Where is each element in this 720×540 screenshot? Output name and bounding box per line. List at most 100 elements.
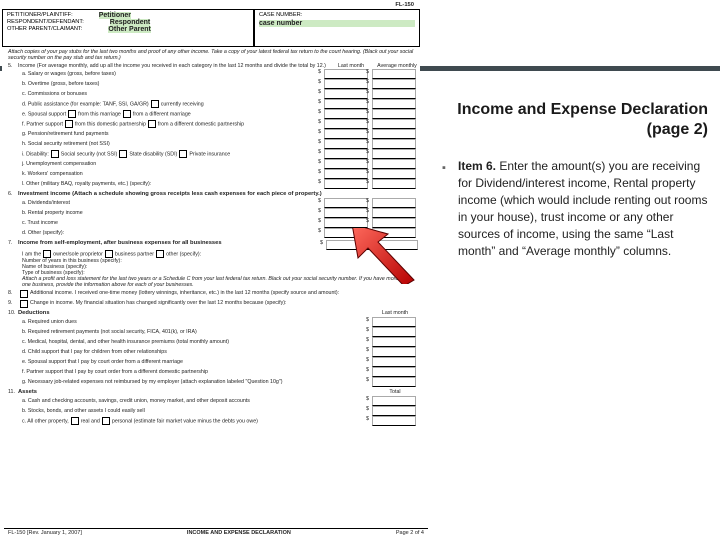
amount-field [372,377,416,387]
sec5-num: 5. [8,63,18,69]
sec6-item: d. Other (specify): [22,230,320,236]
amount-field [324,109,368,119]
amount-field [324,99,368,109]
slide-bullet: ▪ Item 6. Enter the amount(s) you are re… [442,158,708,260]
amount-field [372,357,416,367]
sec11-title: Assets [18,389,372,396]
sec6-item: b. Rental property income [22,210,320,216]
sec11-item: c. All other property,real andpersonal (… [22,417,368,425]
other-parent-label: OTHER PARENT/CLAIMANT: [7,26,82,33]
amount-field [372,208,416,218]
sec11-col: Total [372,389,418,395]
checkbox-icon [65,120,73,128]
sec5-item: e. Spousal supportfrom this marriagefrom… [22,110,320,118]
checkbox-icon [151,100,159,108]
amount-field [372,89,416,99]
checkbox-icon [179,150,187,158]
amount-field [372,139,416,149]
sec10-item: b. Required retirement payments (not soc… [22,329,368,335]
checkbox-icon [71,417,79,425]
sec10-item: c. Medical, hospital, dental, and other … [22,339,368,345]
bullet-lead: Item 6. [458,159,496,173]
sec5-item: f. Partner supportfrom this domestic par… [22,120,320,128]
checkbox-icon [105,250,113,258]
slide-title: Income and Expense Declaration (page 2) [442,100,708,140]
section-5-income: 5. Income (For average monthly, add up a… [2,61,420,189]
amount-field [372,347,416,357]
sec7-owner-line: I am theowner/sole proprietorbusiness pa… [8,250,418,258]
bullet-body: Enter the amount(s) you are receiving fo… [458,159,707,258]
amount-field [372,198,416,208]
amount-field [372,129,416,139]
amount-field [372,79,416,89]
section-11-assets: 11.AssetsTotal a. Cash and checking acco… [2,387,420,426]
attach-instruction: Attach copies of your pay stubs for the … [2,47,420,61]
sec10-item: a. Required union dues [22,319,368,325]
footer-right: Page 2 of 4 [396,530,424,536]
sec5-item: g. Pension/retirement fund payments [22,131,320,137]
case-number-label: CASE NUMBER: [259,12,415,18]
amount-field [372,416,416,426]
sec5-title: Income (For average monthly, add up all … [18,63,330,69]
checkbox-icon [43,250,51,258]
checkbox-icon [148,120,156,128]
amount-field [372,149,416,159]
sec8-num: 8. [8,290,18,296]
sec11-num: 11. [8,389,18,395]
amount-field [372,159,416,169]
amount-field [372,337,416,347]
amount-field [324,228,368,238]
section-7-self-employment: 7.Income from self-employment, after bus… [2,238,420,288]
sec5-item: h. Social security retirement (not SSI) [22,141,320,147]
sec5-item: d. Public assistance (for example: TANF,… [22,100,320,108]
form-code: FL-150 [2,2,420,9]
section-10-deductions: 10.DeductionsLast month a. Required unio… [2,308,420,387]
amount-field [372,69,416,79]
amount-field [372,228,416,238]
checkbox-icon [68,110,76,118]
sec7-num: 7. [8,240,18,246]
amount-field [324,179,368,189]
amount-field [324,218,368,228]
checkbox-icon [51,150,59,158]
petitioner-label: PETITIONER/PLAINTIFF: [7,12,73,19]
amount-field [324,208,368,218]
amount-field [372,119,416,129]
sec6-item: a. Dividends/interest [22,200,320,206]
sec8-title: Additional income. I received one-time m… [30,290,418,296]
checkbox-icon [156,250,164,258]
sec5-item: b. Overtime (gross, before taxes) [22,81,320,87]
sec6-title: Investment income (Attach a schedule sho… [18,191,418,198]
amount-field [372,109,416,119]
amount-field [324,79,368,89]
checkbox-icon [102,417,110,425]
footer-center: INCOME AND EXPENSE DECLARATION [187,530,291,536]
sec11-item: b. Stocks, bonds, and other assets I cou… [22,408,368,414]
bullet-icon: ▪ [442,160,450,260]
amount-field [372,179,416,189]
sec9-title: Change in income. My financial situation… [30,300,418,306]
sec10-col: Last month [372,310,418,316]
amount-field [372,218,416,228]
amount-field [372,317,416,327]
section-6-investment-income: 6.Investment income (Attach a schedule s… [2,189,420,238]
amount-field [324,169,368,179]
sec10-item: g. Necessary job-related expenses not re… [22,379,368,385]
sec5-item: k. Workers' compensation [22,171,320,177]
amount-field [324,69,368,79]
amount-field [372,327,416,337]
sec5-item: c. Commissions or bonuses [22,91,320,97]
sec10-item: d. Child support that I pay for children… [22,349,368,355]
amount-field [326,240,370,250]
amount-field [372,396,416,406]
respondent-label: RESPONDENT/DEFENDANT: [7,19,84,26]
bullet-text: Item 6. Enter the amount(s) you are rece… [458,158,708,260]
sec5-item: a. Salary or wages (gross, before taxes) [22,71,320,77]
sec6-item: c. Trust income [22,220,320,226]
amount-field [324,89,368,99]
sec5-item: j. Unemployment compensation [22,161,320,167]
sec10-title: Deductions [18,310,372,317]
sec5-item: l. Other (military BAQ, royalty payments… [22,181,320,187]
amount-field [372,99,416,109]
petitioner-value: Petitioner [99,12,131,19]
